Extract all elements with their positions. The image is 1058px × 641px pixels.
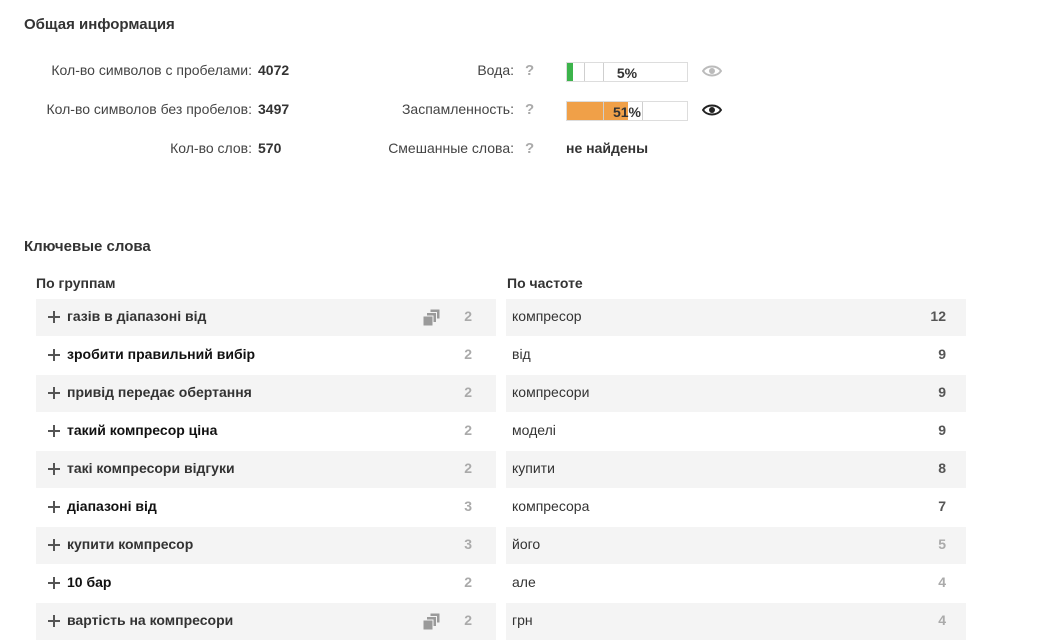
group-keyword: такий компресор ціна	[67, 422, 218, 438]
stat-words: Кол-во слов:	[0, 140, 252, 160]
copy-icon[interactable]	[423, 309, 441, 326]
group-row[interactable]: газів в діапазоні від 2	[36, 299, 496, 337]
frequency-row[interactable]: моделі 9	[506, 413, 966, 451]
plus-icon[interactable]	[47, 424, 61, 438]
plus-icon[interactable]	[47, 500, 61, 514]
frequency-count: 5	[938, 536, 946, 552]
spam-label-row: Заспамленность:	[300, 101, 514, 121]
frequency-row[interactable]: його 5	[506, 527, 966, 565]
plus-icon[interactable]	[47, 614, 61, 628]
stat-label: Кол-во символов с пробелами:	[51, 62, 252, 78]
group-keyword: купити компресор	[67, 536, 194, 552]
group-row[interactable]: вартість на компресори 2	[36, 603, 496, 641]
frequency-count: 4	[938, 574, 946, 590]
group-count: 3	[464, 498, 472, 514]
plus-icon[interactable]	[47, 348, 61, 362]
group-row[interactable]: зробити правильний вибір 2	[36, 337, 496, 375]
stat-value: 4072	[258, 62, 290, 78]
group-keyword: 10 бар	[67, 574, 112, 590]
frequency-row[interactable]: купити 8	[506, 451, 966, 489]
group-count: 2	[464, 422, 472, 438]
water-label: Вода:	[477, 62, 514, 78]
copy-icon[interactable]	[423, 613, 441, 630]
group-count: 3	[464, 536, 472, 552]
group-row[interactable]: 10 бар 2	[36, 565, 496, 603]
plus-icon[interactable]	[47, 462, 61, 476]
stat-value: 570	[258, 140, 282, 156]
groups-title: По группам	[36, 275, 116, 291]
spam-help-icon[interactable]: ?	[525, 101, 534, 118]
frequency-word: грн	[512, 612, 533, 628]
stat-value: 3497	[258, 101, 290, 117]
group-keyword: діапазоні від	[67, 498, 157, 514]
mixed-help-icon[interactable]: ?	[525, 140, 534, 157]
group-count: 2	[464, 308, 472, 324]
frequency-word: його	[512, 536, 541, 552]
frequency-count: 7	[938, 498, 946, 514]
plus-icon[interactable]	[47, 310, 61, 324]
group-row[interactable]: такі компресори відгуки 2	[36, 451, 496, 489]
frequency-word: але	[512, 574, 536, 590]
eye-icon[interactable]	[702, 64, 722, 78]
frequency-count: 4	[938, 612, 946, 628]
group-count: 2	[464, 346, 472, 362]
group-keyword: привід передає обертання	[67, 384, 252, 400]
frequency-count: 9	[938, 422, 946, 438]
plus-icon[interactable]	[47, 538, 61, 552]
spam-value: 51%	[612, 104, 642, 120]
frequency-row[interactable]: грн 4	[506, 603, 966, 641]
keywords-title: Ключевые слова	[24, 238, 151, 255]
group-count: 2	[464, 612, 472, 628]
eye-icon[interactable]	[702, 103, 722, 117]
general-info-title: Общая информация	[24, 16, 175, 33]
group-row[interactable]: купити компресор 3	[36, 527, 496, 565]
plus-icon[interactable]	[47, 386, 61, 400]
frequency-count: 9	[938, 346, 946, 362]
group-row[interactable]: діапазоні від 3	[36, 489, 496, 527]
stat-chars-without-spaces: Кол-во символов без пробелов:	[0, 101, 253, 121]
group-keyword: газів в діапазоні від	[67, 308, 207, 324]
frequency-row[interactable]: компресора 7	[506, 489, 966, 527]
water-label-row: Вода:	[300, 62, 514, 82]
stat-chars-with-spaces: Кол-во символов с пробелами:	[0, 62, 252, 82]
frequency-word: від	[512, 346, 531, 362]
frequency-count: 9	[938, 384, 946, 400]
group-keyword: вартість на компресори	[67, 612, 234, 628]
frequency-title: По частоте	[507, 275, 583, 291]
spam-meter: 51%	[566, 101, 688, 121]
frequency-row[interactable]: від 9	[506, 337, 966, 375]
group-keyword: зробити правильний вибір	[67, 346, 256, 362]
mixed-label-row: Смешанные слова:	[300, 140, 514, 160]
mixed-label: Смешанные слова:	[388, 140, 514, 156]
water-value: 5%	[616, 65, 638, 81]
frequency-row[interactable]: компресори 9	[506, 375, 966, 413]
group-keyword: такі компресори відгуки	[67, 460, 235, 476]
frequency-word: компресори	[512, 384, 590, 400]
frequency-count: 8	[938, 460, 946, 476]
frequency-list: компресор 12 від 9 компресори 9 моделі 9 купити 8…	[506, 299, 966, 641]
mixed-value: не найдены	[566, 140, 649, 156]
group-count: 2	[464, 384, 472, 400]
group-count: 2	[464, 574, 472, 590]
frequency-word: моделі	[512, 422, 556, 438]
group-row[interactable]: привід передає обертання 2	[36, 375, 496, 413]
frequency-row[interactable]: компресор 12	[506, 299, 966, 337]
frequency-count: 12	[930, 308, 946, 324]
frequency-word: компресор	[512, 308, 582, 324]
stat-label: Кол-во слов:	[170, 140, 252, 156]
water-meter: 5%	[566, 62, 688, 82]
group-count: 2	[464, 460, 472, 476]
frequency-row[interactable]: але 4	[506, 565, 966, 603]
frequency-word: компресора	[512, 498, 590, 514]
groups-list: газів в діапазоні від 2 зробити правильний…	[36, 299, 496, 641]
spam-label: Заспамленность:	[401, 101, 514, 117]
stat-label: Кол-во символов без пробелов:	[46, 101, 253, 117]
water-help-icon[interactable]: ?	[525, 62, 534, 79]
frequency-word: купити	[512, 460, 555, 476]
plus-icon[interactable]	[47, 576, 61, 590]
group-row[interactable]: такий компресор ціна 2	[36, 413, 496, 451]
